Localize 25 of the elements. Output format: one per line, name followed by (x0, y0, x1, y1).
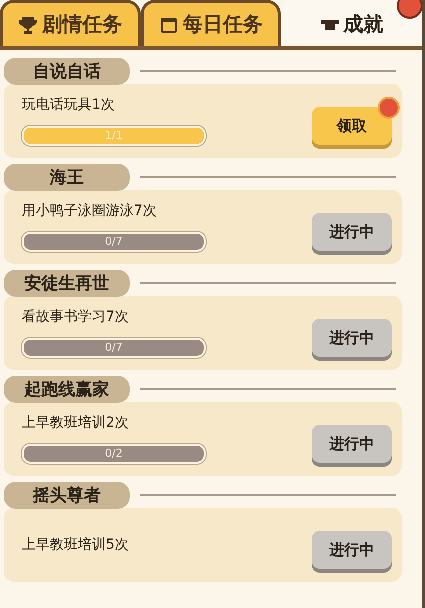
tab[interactable]: 成就 (281, 0, 422, 46)
status-button[interactable]: 进行中 (312, 319, 392, 357)
progress-text: 1/1 (104, 128, 124, 144)
achievement-title: 海王 (4, 164, 130, 190)
achievement-title: 自说自话 (4, 58, 130, 84)
status-button[interactable]: 进行中 (312, 531, 392, 569)
task-text: 玩电话玩具1次 (22, 96, 116, 114)
alert-badge (378, 97, 400, 119)
task-text: 上早教班培训2次 (22, 414, 130, 432)
status-button[interactable]: 领取 (312, 107, 392, 145)
trophy-icon (18, 14, 38, 34)
achievement-title: 起跑线赢家 (4, 376, 130, 402)
progress-text: 0/7 (104, 340, 124, 356)
status-button[interactable]: 进行中 (312, 425, 392, 463)
tab[interactable]: 剧情任务 (0, 0, 141, 46)
status-button[interactable]: 进行中 (312, 213, 392, 251)
progress-text: 0/2 (104, 446, 124, 462)
task-text: 看故事书学习7次 (22, 308, 130, 326)
achievement-title: 安徒生再世 (4, 270, 130, 296)
alert-badge (397, 0, 422, 19)
task-text: 用小鸭子泳圈游泳7次 (22, 202, 158, 220)
progress-text: 0/7 (104, 234, 124, 250)
task-text: 上早教班培训5次 (22, 536, 130, 554)
achievement-title: 摇头尊者 (4, 482, 130, 508)
tab[interactable]: 每日任务 (140, 0, 282, 46)
